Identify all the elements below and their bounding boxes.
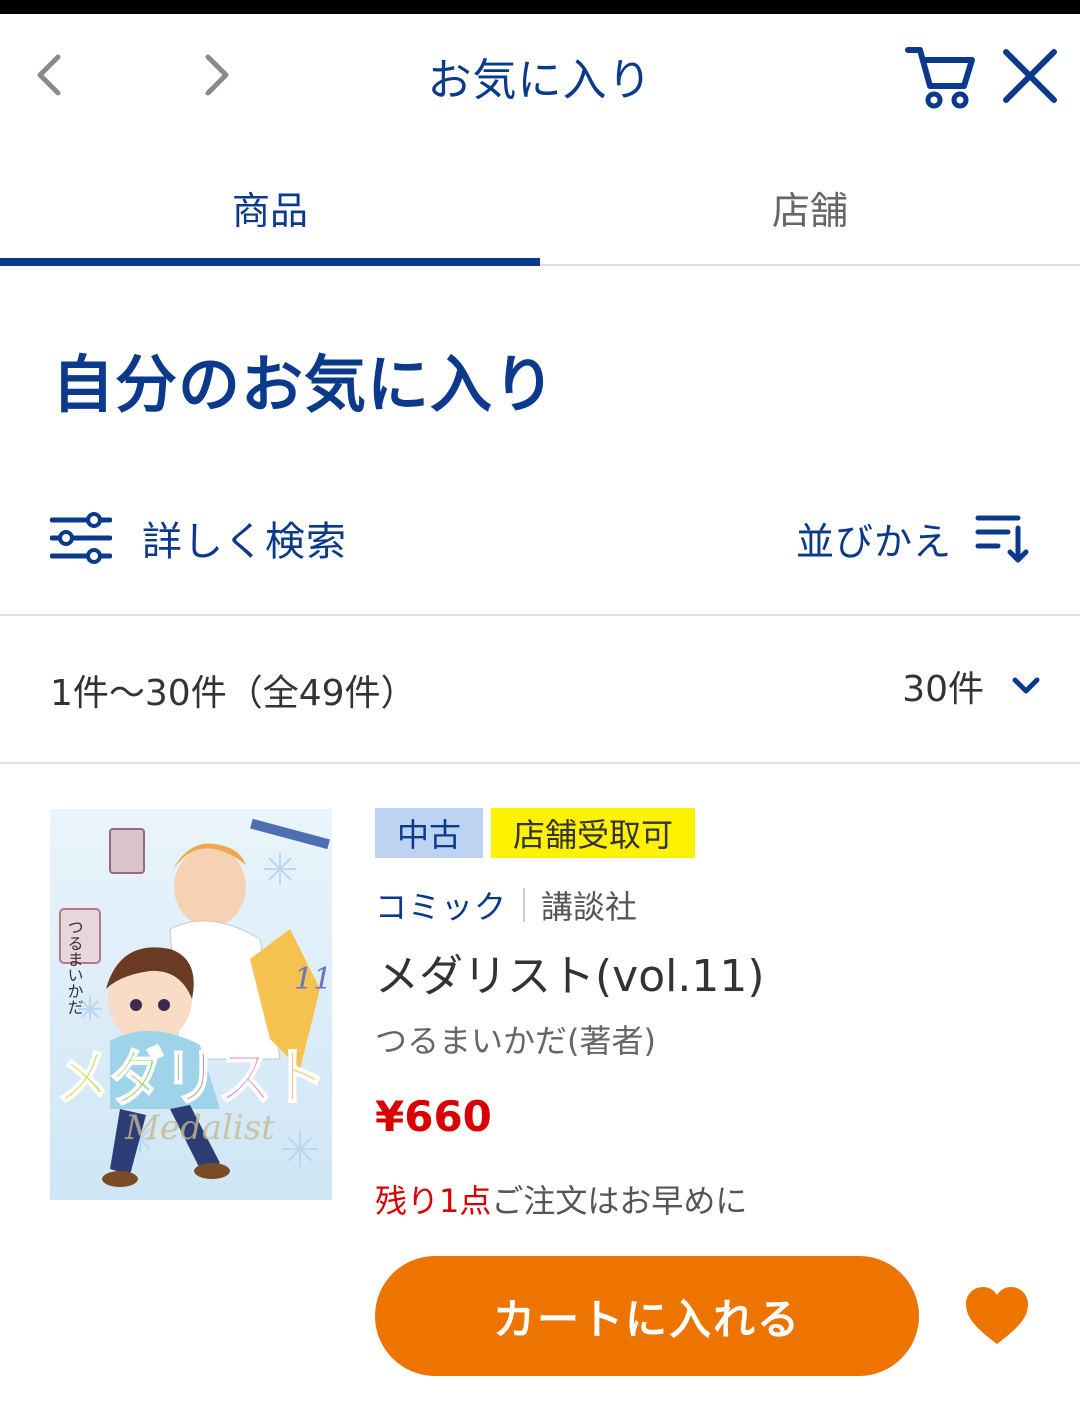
filter-sliders-icon [50, 512, 112, 564]
chevron-left-icon[interactable] [24, 50, 74, 100]
product-price: ¥660 [375, 1092, 492, 1141]
status-bar [0, 0, 1080, 14]
genre-link[interactable]: コミック [375, 882, 507, 928]
stock-note: ご注文はお早めに [491, 1182, 748, 1220]
sort-icon [975, 515, 1029, 563]
per-page-select[interactable]: 30件 [902, 656, 1040, 716]
cover-title-logo: メダリスト [56, 1041, 326, 1114]
badge-group: 中古 店舗受取可 [375, 808, 696, 858]
product-title-link[interactable]: メダリスト(vol.11) [375, 940, 765, 1004]
close-icon[interactable] [998, 44, 1062, 108]
cover-author-text: つるまいかだ [65, 919, 84, 1015]
publisher-label: 講談社 [541, 888, 638, 926]
cart-icon[interactable] [904, 40, 976, 112]
tab-stores[interactable]: 店舗 [540, 150, 1080, 264]
tab-bar: 商品 店舗 [0, 150, 1080, 266]
used-badge: 中古 [375, 808, 484, 858]
add-to-cart-button[interactable]: カートに入れる [375, 1256, 919, 1376]
stock-warning: 残り1点 [375, 1182, 492, 1220]
tab-products[interactable]: 商品 [0, 150, 540, 264]
product-cover-image[interactable]: つるまいかだ 11 メダリスト Medalist [50, 809, 332, 1200]
result-count: 1件〜30件（全49件） [50, 673, 417, 714]
section-heading: 自分のお気に入り [52, 348, 557, 421]
author-link[interactable]: つるまいかだ(著者) [375, 1016, 656, 1062]
page-title: お気に入り [427, 55, 653, 106]
stock-status: 残り1点ご注文はお早めに [375, 1176, 747, 1222]
cover-volume-number: 11 [294, 962, 332, 997]
divider [0, 614, 1080, 616]
sort-label: 並びかえ [795, 519, 952, 564]
product-meta: コミック 講談社 [375, 882, 637, 928]
chevron-right-icon[interactable] [192, 50, 242, 100]
sort-button[interactable]: 並びかえ [796, 506, 1030, 570]
per-page-value: 30件 [902, 669, 984, 710]
advanced-search-button[interactable]: 詳しく検索 [50, 506, 347, 570]
heart-icon[interactable] [962, 1284, 1032, 1348]
advanced-search-label: 詳しく検索 [142, 519, 347, 565]
chevron-down-icon [1012, 677, 1040, 694]
store-pickup-badge: 店舗受取可 [491, 808, 696, 858]
top-nav: お気に入り [0, 14, 1080, 134]
active-tab-indicator [0, 258, 540, 266]
meta-separator [523, 888, 526, 922]
cover-script-logo: Medalist [124, 1108, 275, 1148]
divider [0, 762, 1080, 764]
